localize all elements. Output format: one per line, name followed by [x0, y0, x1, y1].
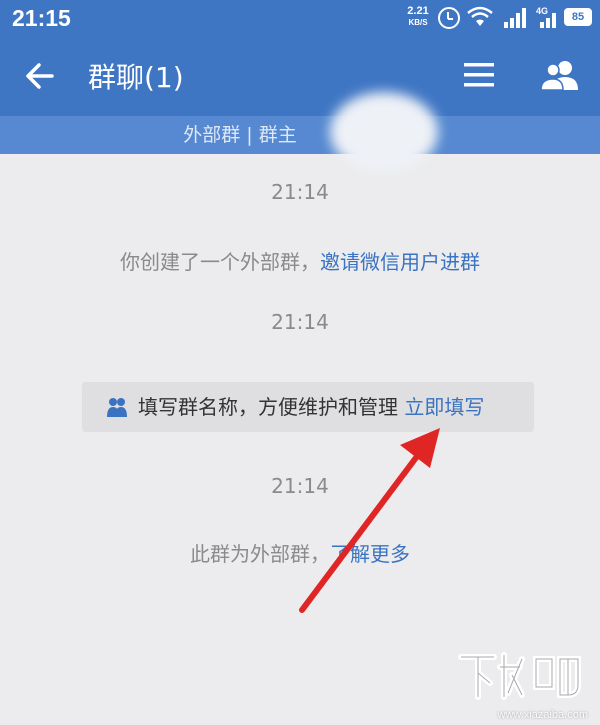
notice-text: 填写群名称，方便维护和管理 [138, 395, 398, 419]
message-time: 21:14 [271, 474, 329, 498]
menu-icon[interactable] [462, 58, 496, 92]
learn-more-link[interactable]: 了解更多 [330, 542, 410, 566]
invite-wechat-users-link[interactable]: 邀请微信用户进群 [320, 250, 480, 274]
alarm-icon [438, 7, 460, 29]
page-title: 群聊(1) [88, 61, 184, 94]
back-arrow-icon[interactable] [22, 58, 58, 94]
people-icon [107, 398, 127, 417]
group-name-notice: 填写群名称，方便维护和管理 立即填写 [82, 382, 534, 432]
system-message: 此群为外部群，了解更多 [0, 538, 600, 567]
network-speed-unit: KB/S [408, 18, 428, 27]
system-message-text: 你创建了一个外部群， [120, 250, 320, 274]
app-bar: 群聊(1) [0, 36, 600, 116]
status-time: 21:15 [12, 5, 71, 31]
wifi-icon [467, 6, 493, 26]
signal-icon [504, 8, 526, 28]
group-info-bar[interactable]: 外部群 | 群主 [0, 92, 600, 172]
group-info-text: 外部群 | 群主 [183, 124, 297, 146]
system-message: 你创建了一个外部群，邀请微信用户进群 [0, 246, 600, 275]
system-message-text: 此群为外部群， [190, 542, 330, 566]
signal-secondary-icon [540, 13, 556, 28]
chat-area: 21:14 你创建了一个外部群，邀请微信用户进群 21:14 填写群名称，方便维… [0, 154, 600, 725]
notice-message: 填写群名称，方便维护和管理 立即填写 [138, 382, 484, 432]
fill-now-link[interactable]: 立即填写 [404, 395, 484, 419]
watermark-url: www.xiazaiba.com [497, 709, 588, 721]
group-members-icon[interactable] [538, 56, 582, 94]
battery-icon: 85 [564, 8, 592, 26]
message-time: 21:14 [271, 180, 329, 204]
watermark-logo [456, 645, 586, 705]
status-bar: 21:15 2.21 KB/S 4G 85 [0, 0, 600, 36]
network-speed: 2.21 KB/S [404, 6, 432, 28]
network-speed-value: 2.21 [407, 5, 429, 17]
message-time: 21:14 [271, 310, 329, 334]
